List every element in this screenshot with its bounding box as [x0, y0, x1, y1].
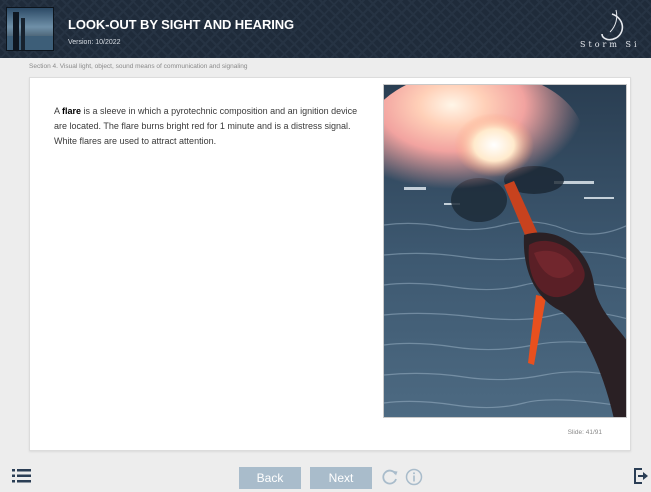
- slide-card: A flare is a sleeve in which a pyrotechn…: [29, 77, 631, 451]
- header-bar: LOOK-OUT BY SIGHT AND HEARING Version: 1…: [0, 0, 651, 58]
- exit-icon[interactable]: [634, 468, 648, 484]
- course-thumbnail: [6, 7, 54, 51]
- brand-logo-text: Storm Si: [580, 40, 640, 49]
- breadcrumb: Section 4. Visual light, object, sound m…: [29, 63, 248, 70]
- bottom-nav-bar: Back Next: [0, 462, 651, 492]
- list-menu-icon[interactable]: [12, 467, 32, 485]
- course-version: Version: 10/2022: [68, 39, 121, 46]
- next-button[interactable]: Next: [310, 467, 372, 489]
- highlighted-term: flare: [62, 106, 82, 116]
- flare-photo: [383, 84, 627, 418]
- slide-counter: Slide: 41/91: [567, 429, 602, 436]
- slide-text: A flare is a sleeve in which a pyrotechn…: [54, 106, 358, 146]
- reload-icon[interactable]: [381, 468, 399, 486]
- back-button[interactable]: Back: [239, 467, 301, 489]
- course-title: LOOK-OUT BY SIGHT AND HEARING: [68, 17, 295, 32]
- info-icon[interactable]: [405, 468, 423, 486]
